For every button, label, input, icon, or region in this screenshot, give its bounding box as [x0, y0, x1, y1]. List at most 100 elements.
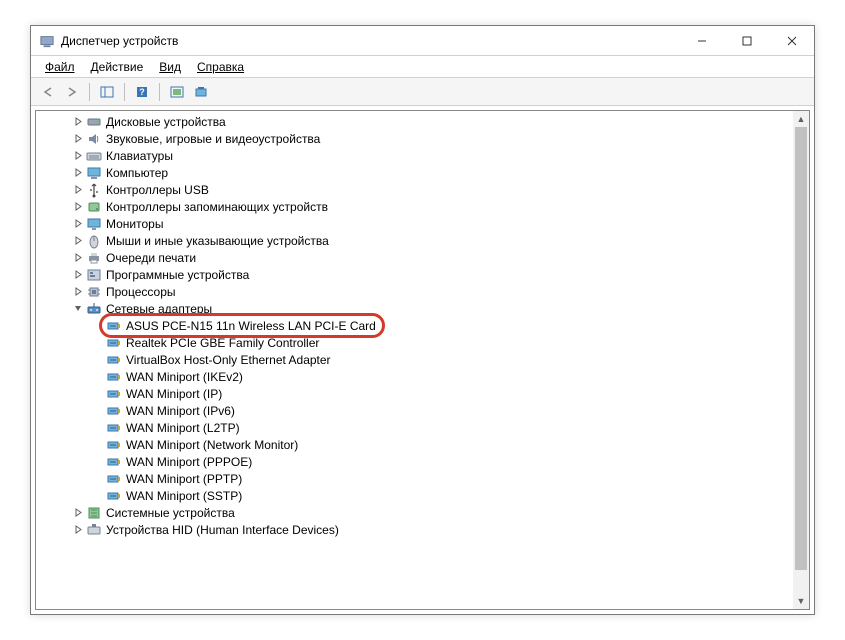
netadapter-icon — [106, 454, 122, 470]
netadapter-icon — [106, 386, 122, 402]
tree-item[interactable]: WAN Miniport (PPTP) — [36, 470, 793, 487]
tree-item[interactable]: WAN Miniport (L2TP) — [36, 419, 793, 436]
tree-item[interactable]: Клавиатуры — [36, 147, 793, 164]
netadapter-icon — [106, 352, 122, 368]
menubar: Файл Действие Вид Справка — [31, 56, 814, 78]
forward-button[interactable] — [61, 81, 83, 103]
chevron-right-icon[interactable] — [72, 525, 84, 534]
usb-icon — [86, 182, 102, 198]
scan-hardware-button[interactable] — [166, 81, 188, 103]
netadapter-icon — [106, 471, 122, 487]
toolbar-separator — [159, 83, 160, 101]
scroll-down-button[interactable]: ▼ — [793, 593, 809, 609]
chevron-right-icon[interactable] — [72, 236, 84, 245]
menu-action[interactable]: Действие — [83, 58, 152, 76]
netadapter-icon — [106, 420, 122, 436]
help-button[interactable]: ? — [131, 81, 153, 103]
chevron-right-icon[interactable] — [72, 185, 84, 194]
minimize-button[interactable] — [679, 26, 724, 56]
app-icon — [39, 33, 55, 49]
tree-item[interactable]: Очереди печати — [36, 249, 793, 266]
system-icon — [86, 505, 102, 521]
monitor-icon — [86, 216, 102, 232]
tree-item[interactable]: Мыши и иные указывающие устройства — [36, 232, 793, 249]
toolbar: ? — [31, 78, 814, 106]
netadapter-icon — [106, 318, 122, 334]
mouse-icon — [86, 233, 102, 249]
tree-item[interactable]: Компьютер — [36, 164, 793, 181]
tree-item-label: Мыши и иные указывающие устройства — [106, 234, 329, 248]
tree-item-label: Устройства HID (Human Interface Devices) — [106, 523, 339, 537]
netadapter-icon — [106, 488, 122, 504]
chevron-right-icon[interactable] — [72, 202, 84, 211]
tree-item-label: Контроллеры USB — [106, 183, 209, 197]
show-hide-tree-button[interactable] — [96, 81, 118, 103]
tree-item[interactable]: ASUS PCE-N15 11n Wireless LAN PCI-E Card — [36, 317, 793, 334]
tree-item-label: Программные устройства — [106, 268, 249, 282]
chevron-right-icon[interactable] — [72, 117, 84, 126]
tree-item[interactable]: WAN Miniport (IPv6) — [36, 402, 793, 419]
scroll-up-button[interactable]: ▲ — [793, 111, 809, 127]
tree-item[interactable]: VirtualBox Host-Only Ethernet Adapter — [36, 351, 793, 368]
chevron-right-icon[interactable] — [72, 151, 84, 160]
tree-item[interactable]: Системные устройства — [36, 504, 793, 521]
tree-item[interactable]: WAN Miniport (IP) — [36, 385, 793, 402]
tree-item[interactable]: Сетевые адаптеры — [36, 300, 793, 317]
chevron-right-icon[interactable] — [72, 270, 84, 279]
chevron-down-icon[interactable] — [72, 304, 84, 313]
tree-item[interactable]: Устройства HID (Human Interface Devices) — [36, 521, 793, 538]
menu-help[interactable]: Справка — [189, 58, 252, 76]
properties-button[interactable] — [190, 81, 212, 103]
chevron-right-icon[interactable] — [72, 508, 84, 517]
vertical-scrollbar[interactable]: ▲ ▼ — [793, 111, 809, 609]
tree-item[interactable]: WAN Miniport (IKEv2) — [36, 368, 793, 385]
tree-item-label: WAN Miniport (Network Monitor) — [126, 438, 298, 452]
tree-item[interactable]: Контроллеры запоминающих устройств — [36, 198, 793, 215]
tree-item-label: VirtualBox Host-Only Ethernet Adapter — [126, 353, 331, 367]
tree-item[interactable]: Мониторы — [36, 215, 793, 232]
tree-item[interactable]: Realtek PCIe GBE Family Controller — [36, 334, 793, 351]
netadapter-icon — [106, 369, 122, 385]
chevron-right-icon[interactable] — [72, 219, 84, 228]
tree-item[interactable]: Дисковые устройства — [36, 113, 793, 130]
computer-icon — [86, 165, 102, 181]
tree-item[interactable]: Программные устройства — [36, 266, 793, 283]
tree-item[interactable]: Звуковые, игровые и видеоустройства — [36, 130, 793, 147]
back-button[interactable] — [37, 81, 59, 103]
storage-icon — [86, 199, 102, 215]
netadapter-icon — [106, 335, 122, 351]
disk-icon — [86, 114, 102, 130]
chevron-right-icon[interactable] — [72, 134, 84, 143]
close-button[interactable] — [769, 26, 814, 56]
scroll-thumb[interactable] — [795, 127, 807, 570]
content-area: Дисковые устройстваЗвуковые, игровые и в… — [31, 106, 814, 614]
chevron-right-icon[interactable] — [72, 253, 84, 262]
titlebar: Диспетчер устройств — [31, 26, 814, 56]
chevron-right-icon[interactable] — [72, 287, 84, 296]
software-icon — [86, 267, 102, 283]
keyboard-icon — [86, 148, 102, 164]
maximize-button[interactable] — [724, 26, 769, 56]
tree-item-label: Контроллеры запоминающих устройств — [106, 200, 328, 214]
tree-item[interactable]: WAN Miniport (PPPOE) — [36, 453, 793, 470]
tree-item[interactable]: WAN Miniport (Network Monitor) — [36, 436, 793, 453]
tree-item-label: Мониторы — [106, 217, 163, 231]
svg-text:?: ? — [139, 87, 145, 97]
tree-item-label: WAN Miniport (PPTP) — [126, 472, 242, 486]
tree-item-label: WAN Miniport (SSTP) — [126, 489, 242, 503]
network-icon — [86, 301, 102, 317]
tree-item-label: Компьютер — [106, 166, 168, 180]
tree-item-label: ASUS PCE-N15 11n Wireless LAN PCI-E Card — [126, 319, 376, 333]
scroll-track[interactable] — [793, 127, 809, 593]
chevron-right-icon[interactable] — [72, 168, 84, 177]
menu-file[interactable]: Файл — [37, 58, 83, 76]
device-tree-pane: Дисковые устройстваЗвуковые, игровые и в… — [35, 110, 810, 610]
tree-item[interactable]: WAN Miniport (SSTP) — [36, 487, 793, 504]
tree-item-label: WAN Miniport (PPPOE) — [126, 455, 252, 469]
tree-item[interactable]: Контроллеры USB — [36, 181, 793, 198]
menu-view[interactable]: Вид — [151, 58, 189, 76]
window-frame: Диспетчер устройств Файл Действие Вид Сп… — [30, 25, 815, 615]
device-tree[interactable]: Дисковые устройстваЗвуковые, игровые и в… — [36, 111, 793, 609]
tree-item[interactable]: Процессоры — [36, 283, 793, 300]
title-controls — [679, 26, 814, 55]
